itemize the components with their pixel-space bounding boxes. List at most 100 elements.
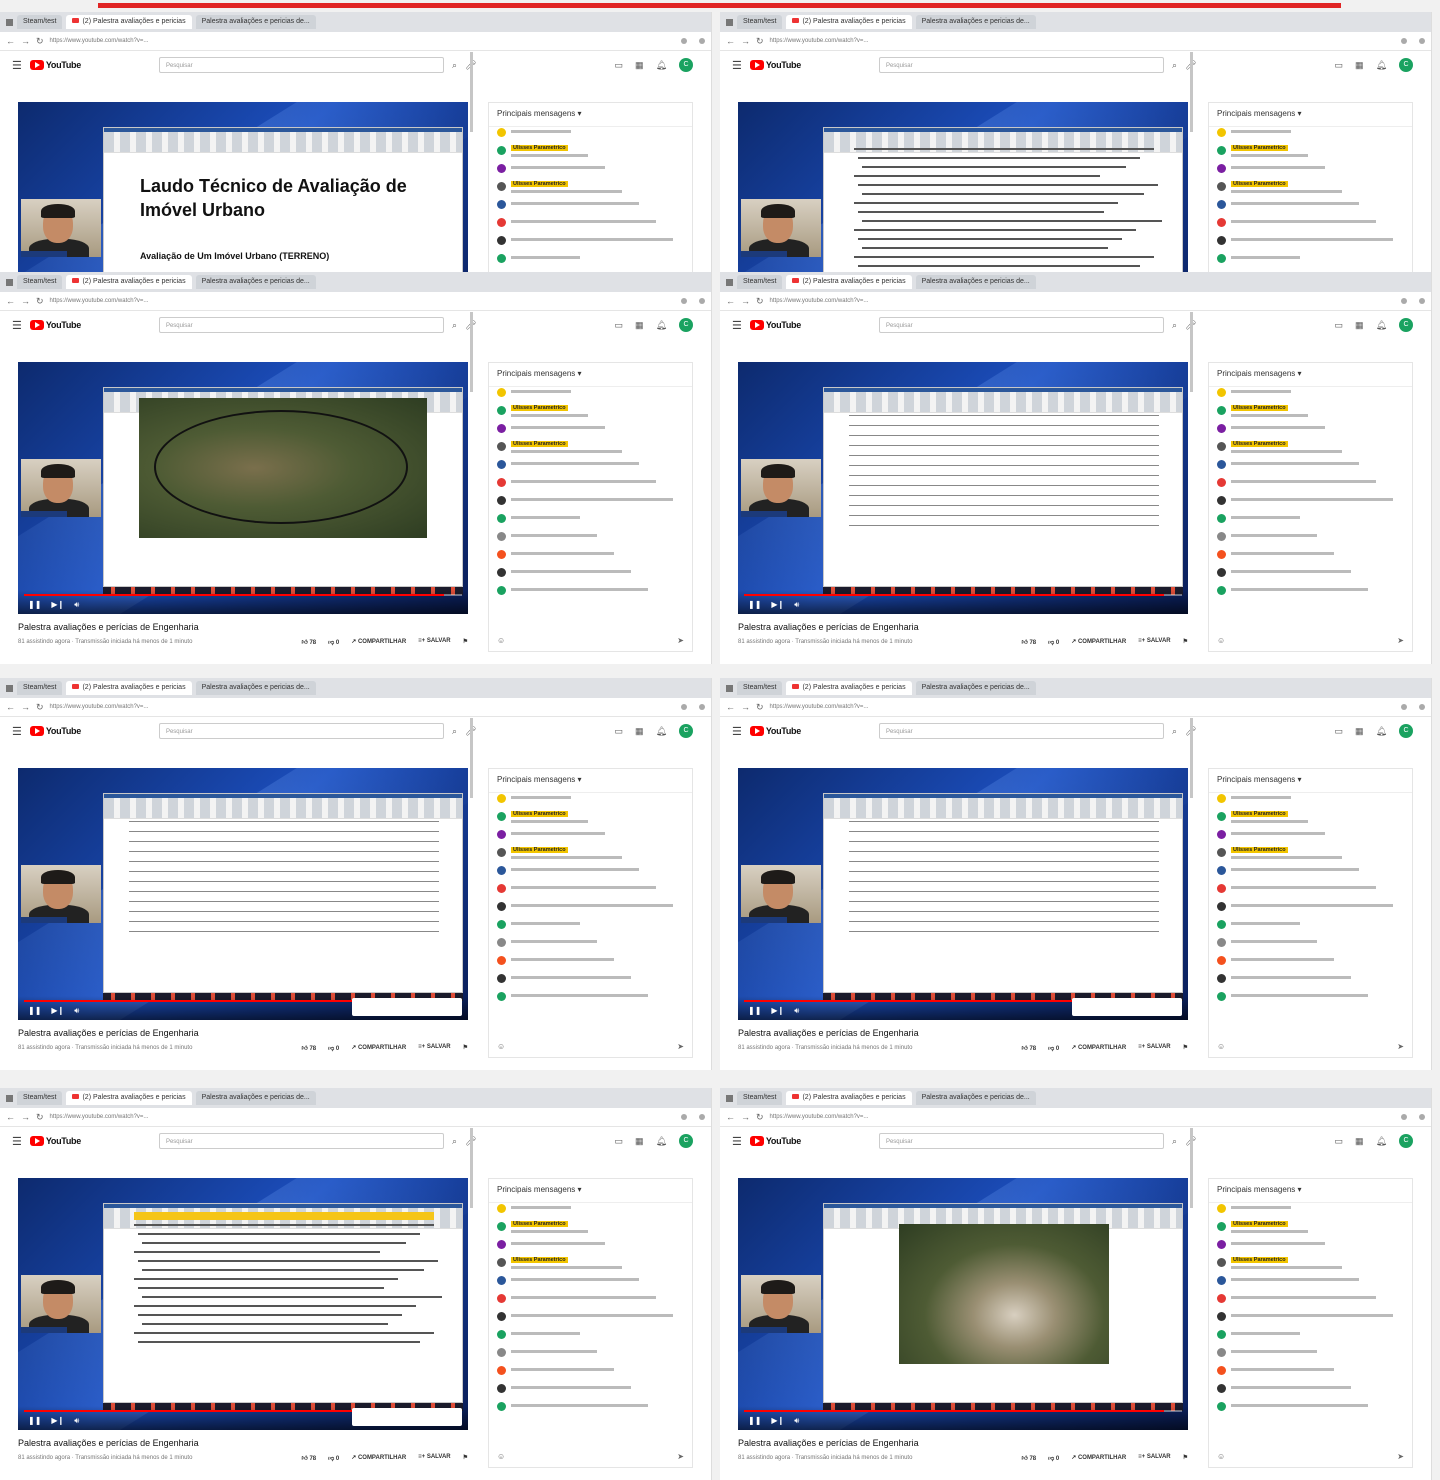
profile-icon[interactable] <box>699 38 705 44</box>
avatar[interactable]: C <box>679 1134 693 1148</box>
tab-youtube[interactable]: (2) Palestra avaliações e pericias <box>786 681 912 695</box>
menu-icon[interactable]: ☰ <box>732 725 742 738</box>
notifications-icon[interactable]: 🔔︎ <box>1376 1136 1387 1147</box>
youtube-logo[interactable]: YouTube <box>29 60 81 70</box>
tab-palestra[interactable]: Palestra avaliações e pericias de... <box>915 15 1036 29</box>
create-icon[interactable]: ▭ <box>1335 320 1344 331</box>
save-button[interactable]: ≡+ SALVAR <box>1138 1454 1170 1462</box>
flag-icon[interactable]: ⚑ <box>463 638 468 646</box>
extension-icon[interactable] <box>681 38 687 44</box>
notifications-icon[interactable]: 🔔︎ <box>656 1136 667 1147</box>
share-button[interactable]: ↗ COMPARTILHAR <box>351 1044 406 1052</box>
forward-icon[interactable]: → <box>741 1112 750 1122</box>
extension-icon[interactable] <box>1401 1114 1407 1120</box>
emoji-icon[interactable]: ☺ <box>1217 1452 1225 1461</box>
menu-icon[interactable]: ☰ <box>12 1135 22 1148</box>
tab-youtube[interactable]: (2) Palestra avaliações e pericias <box>786 1091 912 1105</box>
chat-header[interactable]: Principais mensagens ▾ <box>489 363 692 387</box>
profile-icon[interactable] <box>699 1114 705 1120</box>
menu-icon[interactable]: ☰ <box>732 59 742 72</box>
emoji-icon[interactable]: ☺ <box>497 1042 505 1051</box>
emoji-icon[interactable]: ☺ <box>1217 1042 1225 1051</box>
apps-icon[interactable]: ▦ <box>1355 726 1364 737</box>
back-icon[interactable]: ← <box>6 296 15 306</box>
tab-steam[interactable]: Steam/test <box>737 681 783 695</box>
search-icon[interactable]: ⌕ <box>1172 1136 1177 1147</box>
send-icon[interactable]: ➤ <box>1397 1452 1404 1461</box>
apps-icon[interactable]: ▦ <box>1355 1136 1364 1147</box>
extension-icon[interactable] <box>681 298 687 304</box>
emoji-icon[interactable]: ☺ <box>497 636 505 645</box>
volume-icon[interactable]: 🔊︎ <box>794 1006 799 1016</box>
page-scrollbar[interactable] <box>1190 312 1193 392</box>
back-icon[interactable]: ← <box>726 702 735 712</box>
reload-icon[interactable]: ↻ <box>756 702 764 713</box>
profile-icon[interactable] <box>699 704 705 710</box>
youtube-logo[interactable]: YouTube <box>29 1136 81 1146</box>
profile-icon[interactable] <box>1419 704 1425 710</box>
notifications-icon[interactable]: 🔔︎ <box>1376 726 1387 737</box>
video-player[interactable]: ❚❚ ▶❙ 🔊︎ <box>738 768 1188 1020</box>
save-button[interactable]: ≡+ SALVAR <box>418 1044 450 1052</box>
page-scrollbar[interactable] <box>1190 718 1193 798</box>
url-field[interactable]: https://www.youtube.com/watch?v=... <box>50 704 675 710</box>
youtube-logo[interactable]: YouTube <box>749 320 801 330</box>
youtube-logo[interactable]: YouTube <box>749 726 801 736</box>
tab-palestra[interactable]: Palestra avaliações e pericias de... <box>195 681 316 695</box>
flag-icon[interactable]: ⚑ <box>1183 1454 1188 1462</box>
menu-icon[interactable]: ☰ <box>732 1135 742 1148</box>
save-button[interactable]: ≡+ SALVAR <box>1138 638 1170 646</box>
pause-icon[interactable]: ❚❚ <box>748 600 761 610</box>
search-icon[interactable]: ⌕ <box>452 1136 457 1147</box>
tab-palestra[interactable]: Palestra avaliações e pericias de... <box>195 275 316 289</box>
search-input[interactable]: Pesquisar <box>158 723 444 739</box>
search-input[interactable]: Pesquisar <box>878 723 1164 739</box>
create-icon[interactable]: ▭ <box>615 726 624 737</box>
tab-youtube[interactable]: (2) Palestra avaliações e pericias <box>66 275 192 289</box>
youtube-logo[interactable]: YouTube <box>749 1136 801 1146</box>
create-icon[interactable]: ▭ <box>615 60 624 71</box>
video-player[interactable]: ❚❚ ▶❙ 🔊︎ <box>18 768 468 1020</box>
url-field[interactable]: https://www.youtube.com/watch?v=... <box>50 298 675 304</box>
search-input[interactable]: Pesquisar <box>158 1133 444 1149</box>
next-icon[interactable]: ▶❙ <box>51 1416 64 1426</box>
url-field[interactable]: https://www.youtube.com/watch?v=... <box>770 704 1395 710</box>
page-scrollbar[interactable] <box>470 312 473 392</box>
avatar[interactable]: C <box>1399 1134 1413 1148</box>
volume-icon[interactable]: 🔊︎ <box>794 600 799 610</box>
search-input[interactable]: Pesquisar <box>878 317 1164 333</box>
like-button[interactable]: 👍︎ 78 <box>302 1454 317 1462</box>
pause-icon[interactable]: ❚❚ <box>28 1416 41 1426</box>
volume-icon[interactable]: 🔊︎ <box>74 600 79 610</box>
flag-icon[interactable]: ⚑ <box>1183 638 1188 646</box>
search-icon[interactable]: ⌕ <box>1172 60 1177 71</box>
like-button[interactable]: 👍︎ 78 <box>302 638 317 646</box>
youtube-logo[interactable]: YouTube <box>29 320 81 330</box>
youtube-logo[interactable]: YouTube <box>29 726 81 736</box>
reload-icon[interactable]: ↻ <box>36 1112 44 1123</box>
save-button[interactable]: ≡+ SALVAR <box>1138 1044 1170 1052</box>
avatar[interactable]: C <box>1399 724 1413 738</box>
share-button[interactable]: ↗ COMPARTILHAR <box>351 1454 406 1462</box>
send-icon[interactable]: ➤ <box>1397 636 1404 645</box>
tab-youtube[interactable]: (2) Palestra avaliações e pericias <box>66 1091 192 1105</box>
next-icon[interactable]: ▶❙ <box>771 1416 784 1426</box>
chat-header[interactable]: Principais mensagens ▾ <box>1209 1179 1412 1203</box>
notifications-icon[interactable]: 🔔︎ <box>1376 60 1387 71</box>
page-scrollbar[interactable] <box>470 718 473 798</box>
pause-icon[interactable]: ❚❚ <box>748 1006 761 1016</box>
send-icon[interactable]: ➤ <box>677 636 684 645</box>
pause-icon[interactable]: ❚❚ <box>28 600 41 610</box>
back-icon[interactable]: ← <box>6 702 15 712</box>
progress-bar[interactable] <box>24 594 462 596</box>
send-icon[interactable]: ➤ <box>677 1452 684 1461</box>
tab-youtube[interactable]: (2) Palestra avaliações e pericias <box>66 15 192 29</box>
like-button[interactable]: 👍︎ 78 <box>1022 638 1037 646</box>
tab-steam[interactable]: Steam/test <box>17 681 63 695</box>
apps-icon[interactable]: ▦ <box>635 726 644 737</box>
next-icon[interactable]: ▶❙ <box>771 1006 784 1016</box>
tab-steam[interactable]: Steam/test <box>737 15 783 29</box>
search-icon[interactable]: ⌕ <box>452 726 457 737</box>
search-icon[interactable]: ⌕ <box>1172 320 1177 331</box>
tab-youtube[interactable]: (2) Palestra avaliações e pericias <box>786 15 912 29</box>
